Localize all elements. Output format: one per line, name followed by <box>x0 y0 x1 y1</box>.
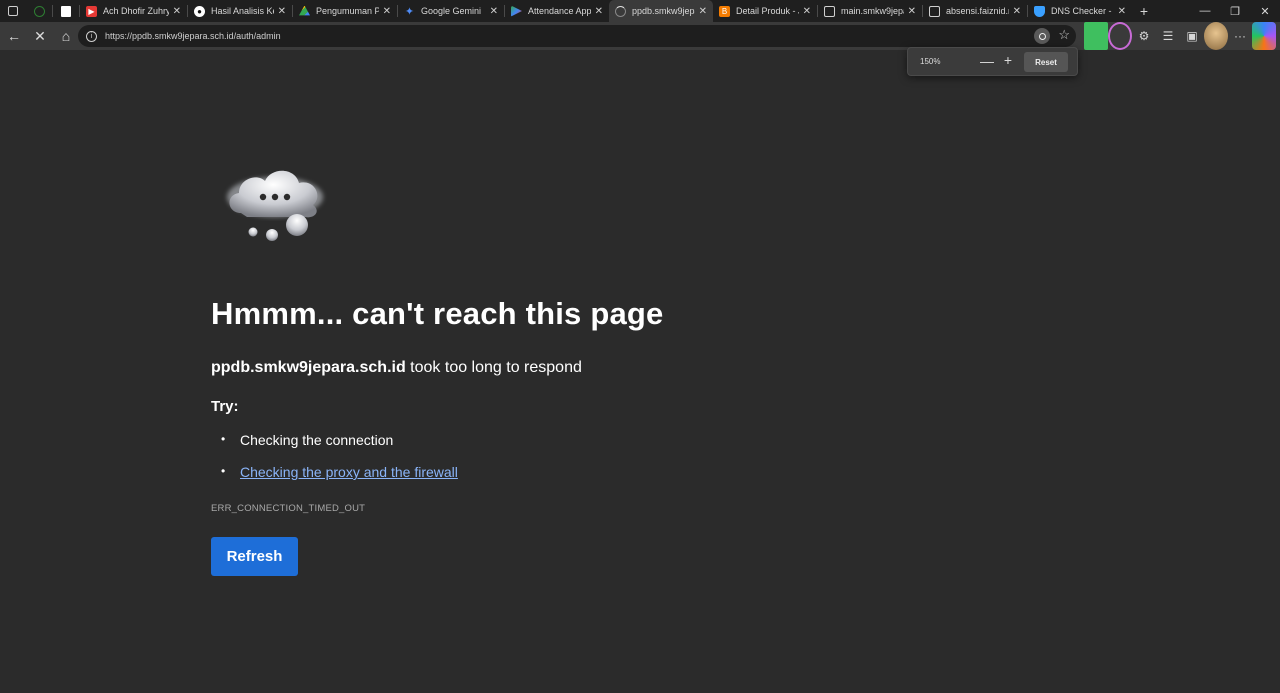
zoom-out-button[interactable]: — <box>980 53 994 69</box>
proxy-firewall-link[interactable]: Checking the proxy and the firewall <box>240 464 458 480</box>
copilot-icon[interactable] <box>1252 22 1276 50</box>
play-icon <box>511 5 522 17</box>
tab-title: Google Gemini <box>421 6 482 16</box>
blank-page-icon <box>61 5 71 17</box>
profile-avatar[interactable] <box>1204 22 1228 50</box>
close-tab-icon[interactable]: ✕ <box>278 6 286 17</box>
tab-gemini[interactable]: ✦ Google Gemini ✕ <box>398 0 504 22</box>
error-message: took too long to respond <box>405 359 582 376</box>
zoom-in-button[interactable]: + <box>1001 52 1015 68</box>
zoom-reset-button[interactable]: Reset <box>1024 52 1068 72</box>
green-circle-icon <box>33 5 45 17</box>
google-drive-icon <box>299 5 310 16</box>
suggestion-list: Checking the connection Checking the pro… <box>221 432 458 496</box>
close-tab-icon[interactable]: ✕ <box>803 6 811 17</box>
lock-page-icon <box>824 5 835 17</box>
tab-title: ppdb.smkw9jepar <box>632 6 695 16</box>
browser-toolbar: ← ✕ ⌂ i https://ppdb.smkw9jepara.sch.id/… <box>0 22 1280 50</box>
tab-drive[interactable]: Pengumuman Pel ✕ <box>293 0 397 22</box>
close-tab-icon[interactable]: ✕ <box>908 6 916 17</box>
page-content <box>3 50 1277 693</box>
tab-title: Pengumuman Pel <box>316 6 379 16</box>
tab-title: Attendance App <box>528 6 591 16</box>
address-bar[interactable]: i https://ppdb.smkw9jepara.sch.id/auth/a… <box>78 25 1076 47</box>
shield-icon <box>1034 5 1045 17</box>
tab-title: Detail Produk - Ja <box>736 6 799 16</box>
back-button[interactable]: ← <box>2 24 26 48</box>
zoom-level: 150% <box>920 57 941 66</box>
youtube-icon: ▶ <box>86 5 97 17</box>
close-tab-icon[interactable]: ✕ <box>490 6 498 17</box>
close-tab-icon[interactable]: ✕ <box>1013 6 1021 17</box>
tab-1[interactable] <box>53 0 79 22</box>
minimize-icon[interactable]: — <box>1190 0 1220 22</box>
tab-dns-checker[interactable]: DNS Checker - DN ✕ <box>1028 0 1132 22</box>
close-tab-icon[interactable]: ✕ <box>699 6 707 17</box>
tab-attendance[interactable]: Attendance App ✕ <box>505 0 609 22</box>
suggestion-item: Checking the proxy and the firewall <box>221 464 458 496</box>
arrow-left-icon: ← <box>7 28 21 44</box>
tab-detail-produk[interactable]: B Detail Produk - Ja ✕ <box>713 0 817 22</box>
close-tab-icon[interactable]: ✕ <box>173 6 181 17</box>
zoom-icon[interactable] <box>1034 28 1050 44</box>
tab-main-smk[interactable]: main.smkw9jepar ✕ <box>818 0 922 22</box>
error-heading: Hmmm... can't reach this page <box>211 296 664 331</box>
close-tab-icon[interactable]: ✕ <box>383 6 391 17</box>
suggestion-text: Checking the connection <box>240 432 394 448</box>
tab-title: Hasil Analisis Keb <box>211 6 274 16</box>
error-host: ppdb.smkw9jepara.sch.id <box>211 359 406 376</box>
tab-title: absensi.faiznid.my <box>946 6 1009 16</box>
workspaces-icon[interactable] <box>0 0 26 22</box>
close-window-icon[interactable]: ✕ <box>1250 0 1280 22</box>
favorite-star-icon[interactable]: ☆ <box>1058 27 1070 43</box>
stop-button[interactable]: ✕ <box>28 24 52 48</box>
tab-ppdb-active[interactable]: ppdb.smkw9jepar ✕ <box>609 0 713 22</box>
stop-x-icon: ✕ <box>34 27 46 44</box>
try-label: Try: <box>211 398 239 415</box>
home-button[interactable]: ⌂ <box>54 24 78 48</box>
tab-title: Ach Dhofir Zuhry <box>103 6 169 16</box>
screenshot-icon[interactable]: ▣ <box>1180 22 1204 50</box>
suggestion-item: Checking the connection <box>221 432 458 464</box>
tab-github[interactable]: ● Hasil Analisis Keb ✕ <box>188 0 292 22</box>
error-code: ERR_CONNECTION_TIMED_OUT <box>211 503 366 514</box>
new-tab-button[interactable]: + <box>1132 3 1156 19</box>
zoom-popup: 150% — + Reset <box>907 47 1078 76</box>
loading-icon <box>615 5 626 17</box>
toolbar-extensions: ⚙ ☰ ▣ ··· <box>1084 22 1276 50</box>
tab-title: main.smkw9jepar <box>841 6 904 16</box>
tab-0[interactable] <box>26 0 52 22</box>
github-icon: ● <box>194 5 205 17</box>
tab-title: DNS Checker - DN <box>1051 6 1114 16</box>
gemini-icon: ✦ <box>404 5 415 18</box>
refresh-button[interactable]: Refresh <box>211 537 298 576</box>
close-tab-icon[interactable]: ✕ <box>1118 6 1126 17</box>
extension-green-icon[interactable] <box>1084 22 1108 50</box>
tab-youtube[interactable]: ▶ Ach Dhofir Zuhry ✕ <box>80 0 187 22</box>
extension-ring-icon[interactable] <box>1108 22 1132 50</box>
tab-absensi[interactable]: absensi.faiznid.my ✕ <box>923 0 1027 22</box>
more-menu-icon[interactable]: ··· <box>1228 22 1252 50</box>
url-text[interactable]: https://ppdb.smkw9jepara.sch.id/auth/adm… <box>105 31 281 41</box>
extensions-puzzle-icon[interactable]: ⚙ <box>1132 22 1156 50</box>
lock-page-icon <box>929 5 940 17</box>
home-icon: ⌂ <box>61 28 71 44</box>
cloud-error-icon <box>227 170 323 241</box>
close-tab-icon[interactable]: ✕ <box>595 6 603 17</box>
favorites-icon[interactable]: ☰ <box>1156 22 1180 50</box>
site-info-icon[interactable]: i <box>86 30 97 42</box>
blogger-icon: B <box>719 5 730 17</box>
window-controls: — ❐ ✕ <box>1190 0 1280 22</box>
restore-icon[interactable]: ❐ <box>1220 0 1250 22</box>
error-subtitle: ppdb.smkw9jepara.sch.id took too long to… <box>211 359 582 377</box>
tab-strip: ▶ Ach Dhofir Zuhry ✕ ● Hasil Analisis Ke… <box>0 0 1280 22</box>
